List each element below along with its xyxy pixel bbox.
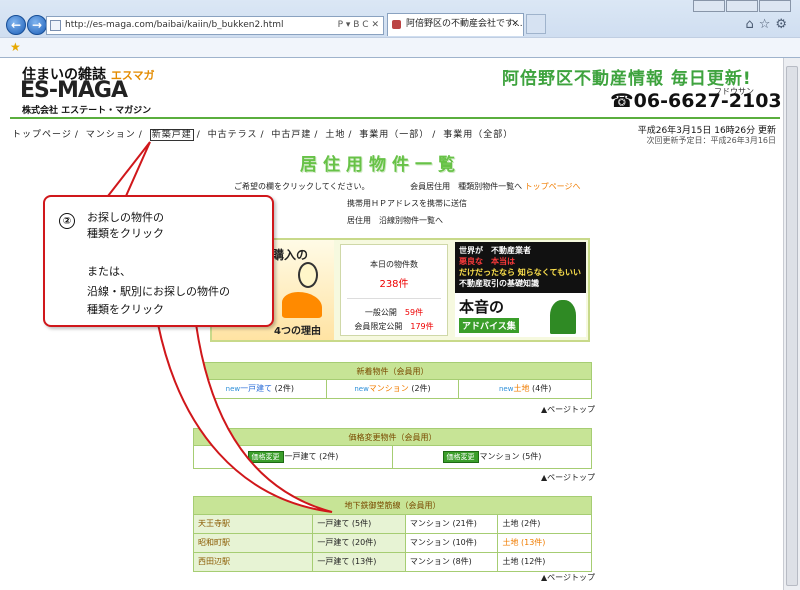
page-title: 居住用物件一覧	[300, 155, 461, 175]
new-land-cell[interactable]: new土地 (4件)	[459, 380, 591, 398]
page-top-link[interactable]: ▲ページトップ	[541, 472, 595, 483]
mansion-cell[interactable]: マンション (8件)	[406, 553, 499, 571]
nav-mansion[interactable]: マンション	[86, 130, 136, 140]
price-change-table: 価格変更物件（会員用） 価格変更 一戸建て (2件) 価格変更 マンション (5件)	[193, 428, 592, 469]
arrow-to-nav	[105, 141, 151, 197]
flame-icon	[282, 292, 322, 318]
company-name: 株式会社 エステート・マガジン	[22, 106, 152, 116]
mobile-link[interactable]: 携帯用ＨＰアドレスを携帯に送信	[347, 198, 467, 209]
forward-arrow-icon: →	[31, 18, 43, 32]
station-name: 天王寺駅	[194, 515, 314, 533]
toolbar-icons[interactable]: ⌂☆⚙	[745, 17, 792, 32]
nav-top[interactable]: トップページ	[12, 130, 72, 140]
property-count-box: 本日の物件数 238件 一般公開 59件 会員限定公開 179件	[340, 244, 448, 336]
nav-used-house[interactable]: 中古戸建	[271, 130, 311, 140]
table-row: 西田辺駅 一戸建て (13件) マンション (8件) 土地 (12件)	[194, 552, 591, 571]
favicon-icon	[392, 20, 401, 29]
price-change-house-cell[interactable]: 価格変更 一戸建て (2件)	[194, 446, 393, 468]
lightbulb-icon	[298, 262, 318, 288]
back-arrow-icon: ←	[10, 18, 22, 32]
land-cell[interactable]: 土地 (13件)	[498, 534, 591, 552]
house-cell[interactable]: 一戸建て (13件)	[313, 553, 406, 571]
table-row: 昭和町駅 一戸建て (20件) マンション (10件) 土地 (13件)	[194, 533, 591, 552]
house-cell[interactable]: 一戸建て (5件)	[313, 515, 406, 533]
address-bar[interactable]: http://es-maga.com/baibai/kaiin/b_bukken…	[46, 16, 384, 35]
address-controls[interactable]: P ▾ B C ✕	[338, 17, 379, 34]
page-icon	[50, 20, 61, 31]
instruction-line: ご希望の欄をクリックしてください。 会員居住用 種類別物件一覧へ トップページへ	[234, 182, 581, 191]
land-cell[interactable]: 土地 (2件)	[498, 515, 591, 533]
back-button[interactable]: ←	[6, 15, 26, 35]
window-controls	[692, 0, 794, 12]
phone-number: ☎06-6627-2103	[610, 90, 782, 112]
price-change-mansion-cell[interactable]: 価格変更 マンション (5件)	[393, 446, 591, 468]
step-number: ②	[59, 213, 75, 229]
arrow-to-subway	[156, 323, 333, 513]
next-update-date: 次回更新予定日：平成26年3月16日	[646, 136, 776, 145]
top-page-link[interactable]: トップページへ	[525, 182, 581, 191]
page-top-link[interactable]: ▲ページトップ	[541, 572, 595, 583]
header-divider	[10, 117, 780, 119]
tab-title: 阿倍野区の不動産会社です...	[406, 19, 523, 29]
close-window-button[interactable]	[759, 0, 791, 12]
subway-line-table: 地下鉄御堂筋線（会員用） 天王寺駅 一戸建て (5件) マンション (21件) …	[193, 496, 592, 572]
station-name: 昭和町駅	[194, 534, 314, 552]
favorites-star-icon[interactable]: ★	[10, 40, 21, 54]
total-count: 238件	[379, 279, 409, 290]
advice-banner[interactable]: 世界が 不動産業者 悪良な 本当は だけだったなら 知らなくてもいい 不動産取引…	[455, 242, 586, 337]
scrollbar-thumb[interactable]	[786, 66, 798, 586]
new-listings-table: 新着物件（会員用） new一戸建て (2件) newマンション (2件) new…	[193, 362, 592, 399]
nav-business-part[interactable]: 事業用（一部）	[359, 130, 429, 140]
address-text: http://es-maga.com/baibai/kaiin/b_bukken…	[65, 20, 284, 30]
subway-line-header: 地下鉄御堂筋線（会員用）	[194, 497, 591, 514]
mansion-cell[interactable]: マンション (10件)	[406, 534, 499, 552]
land-cell[interactable]: 土地 (12件)	[498, 553, 591, 571]
vertical-scrollbar[interactable]	[783, 58, 800, 590]
nav-business-all[interactable]: 事業用（全部）	[443, 130, 513, 140]
page-top-link[interactable]: ▲ページトップ	[541, 404, 595, 415]
nav-new-house[interactable]: 新築戸建	[149, 129, 194, 141]
house-cell[interactable]: 一戸建て (20件)	[313, 534, 406, 552]
tab-current[interactable]: 阿倍野区の不動産会社です... ✕	[387, 13, 524, 36]
new-mansion-cell[interactable]: newマンション (2件)	[327, 380, 460, 398]
mansion-cell[interactable]: マンション (21件)	[406, 515, 499, 533]
category-nav: トップページ / マンション / 新築戸建 / 中古テラス / 中古戸建 / 土地 / 事業…	[12, 129, 514, 141]
new-tab-button[interactable]	[526, 14, 546, 34]
new-listings-header: 新着物件（会員用）	[194, 363, 591, 380]
line-list-link[interactable]: 居住用 沿線別物件一覧へ	[347, 215, 443, 226]
new-house-cell[interactable]: new一戸建て (2件)	[194, 380, 327, 398]
favorites-bar: ★	[0, 37, 800, 57]
nav-land[interactable]: 土地	[325, 130, 345, 140]
browser-chrome: ← → http://es-maga.com/baibai/kaiin/b_bu…	[0, 0, 800, 58]
tab-close-icon[interactable]: ✕	[511, 14, 519, 35]
nav-used-terrace[interactable]: 中古テラス	[208, 130, 258, 140]
person-silhouette-icon	[550, 300, 576, 334]
instruction-callout: ② お探しの物件の 種類をクリック または、 沿線・駅別にお探しの物件の 種類を…	[43, 195, 274, 327]
station-name: 西田辺駅	[194, 553, 314, 571]
forward-button[interactable]: →	[27, 15, 47, 35]
price-change-header: 価格変更物件（会員用）	[194, 429, 591, 446]
maximize-button[interactable]	[726, 0, 758, 12]
members-list-link[interactable]: 会員居住用 種類別物件一覧へ	[410, 182, 522, 191]
site-logo[interactable]: ES-MAGA	[20, 78, 128, 103]
minimize-button[interactable]	[693, 0, 725, 12]
table-row: 天王寺駅 一戸建て (5件) マンション (21件) 土地 (2件)	[194, 514, 591, 533]
